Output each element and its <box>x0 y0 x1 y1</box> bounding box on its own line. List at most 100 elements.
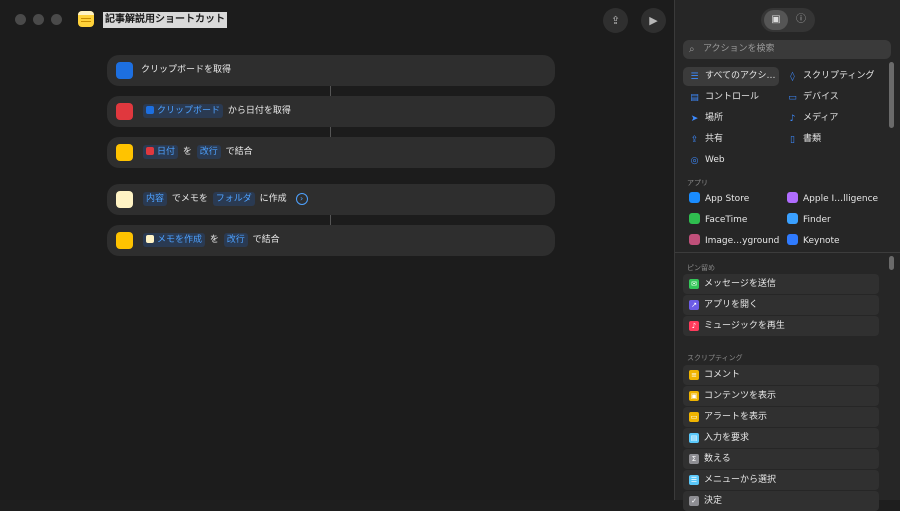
location-icon: ➤ <box>690 114 699 124</box>
action-play-music[interactable]: ♪ ミュージックを再生 <box>683 316 879 336</box>
action-send-message[interactable]: ✉ メッセージを送信 <box>683 274 879 294</box>
app-keynote[interactable]: Keynote <box>787 232 840 251</box>
category-label: 書類 <box>803 134 822 144</box>
action-text: で結合 <box>252 235 280 245</box>
category-all-actions[interactable]: ☰ すべてのアクシ… <box>683 67 779 86</box>
action-connector <box>330 127 331 137</box>
run-button[interactable]: ▶ <box>641 8 666 33</box>
category-control[interactable]: ▤ コントロール <box>689 88 759 107</box>
list-icon: ☰ <box>690 72 699 82</box>
text-combine-icon <box>116 232 133 249</box>
action-text: でメモを <box>171 194 208 204</box>
share-button[interactable]: ⇪ <box>603 8 628 33</box>
category-share[interactable]: ⇪ 共有 <box>689 130 723 149</box>
action-connector <box>330 215 331 225</box>
close-window-button[interactable] <box>15 14 26 25</box>
action-label: メニューから選択 <box>704 475 777 485</box>
action-label: クリップボードを取得 <box>141 65 232 75</box>
chevron-right-icon[interactable]: › <box>295 192 308 205</box>
input-icon: ▤ <box>689 433 699 443</box>
shortcut-editor: 記事解説用ショートカット ⇪ ▶ クリップボードを取得 クリップボード から日付… <box>0 0 674 500</box>
action-connector <box>330 86 331 96</box>
category-label: メディア <box>803 113 839 123</box>
action-show-content[interactable]: ▣ コンテンツを表示 <box>683 386 879 406</box>
categories-scrollbar[interactable] <box>889 62 894 128</box>
content-token[interactable]: 内容 <box>143 191 168 206</box>
scripting-section-label: スクリプティング <box>687 354 743 362</box>
category-documents[interactable]: ▯ 書類 <box>787 130 821 149</box>
action-get-clipboard[interactable]: クリップボードを取得 <box>107 55 555 86</box>
library-tab[interactable]: ▣ <box>764 10 788 30</box>
action-text: を <box>182 147 192 157</box>
app-apple-intelligence[interactable]: Apple I…lligence <box>787 190 878 209</box>
category-device[interactable]: ▭ デバイス <box>787 88 839 107</box>
compass-icon: ◎ <box>690 156 699 166</box>
titlebar: 記事解説用ショートカット ⇪ ▶ <box>0 0 674 40</box>
device-icon: ▭ <box>788 93 797 103</box>
search-placeholder: アクションを検索 <box>703 44 775 54</box>
calendar-mini-icon <box>146 146 154 155</box>
variable-token[interactable]: メモを作成 <box>143 232 206 247</box>
app-app-store[interactable]: App Store <box>689 190 749 209</box>
action-label: コンテンツを表示 <box>704 391 777 401</box>
count-icon: Σ <box>689 454 699 464</box>
shortcut-title[interactable]: 記事解説用ショートカット <box>103 12 227 28</box>
share-icon: ⇪ <box>610 14 621 27</box>
action-text: で結合 <box>225 147 253 157</box>
action-combine-text[interactable]: 日付 を 改行 で結合 <box>107 137 555 168</box>
separator-token[interactable]: 改行 <box>196 144 221 159</box>
app-image-playground[interactable]: Image…yground <box>689 232 779 251</box>
action-label: メッセージを送信 <box>704 279 776 289</box>
category-web[interactable]: ◎ Web <box>689 151 725 170</box>
action-label: アプリを開く <box>704 300 759 310</box>
category-scripting[interactable]: ◊ スクリプティング <box>787 67 874 86</box>
action-label: 決定 <box>704 496 723 506</box>
sidebar-divider <box>675 252 900 253</box>
action-ask-input[interactable]: ▤ 入力を要求 <box>683 428 879 448</box>
category-label: 場所 <box>705 113 724 123</box>
clipboard-mini-icon <box>146 105 154 114</box>
info-tab[interactable]: ⓘ <box>790 10 812 30</box>
variable-token[interactable]: クリップボード <box>143 103 224 118</box>
action-choose-menu[interactable]: ☰ メニューから選択 <box>683 470 879 490</box>
action-content: クリップボード から日付を取得 <box>141 96 291 127</box>
variable-token[interactable]: 日付 <box>143 144 179 159</box>
pinned-section-label: ピン留め <box>687 264 715 272</box>
action-text: から日付を取得 <box>227 106 291 116</box>
app-finder[interactable]: Finder <box>787 211 831 230</box>
message-icon: ✉ <box>689 279 699 289</box>
folder-token[interactable]: フォルダ <box>212 191 255 206</box>
separator-token[interactable]: 改行 <box>223 232 248 247</box>
alert-icon: ▭ <box>689 412 699 422</box>
action-create-note[interactable]: 内容 でメモを フォルダ に作成 › <box>107 184 555 215</box>
notes-mini-icon <box>146 234 154 243</box>
app-facetime[interactable]: FaceTime <box>689 211 747 230</box>
category-label: コントロール <box>705 92 760 102</box>
share-icon: ⇪ <box>690 135 699 145</box>
clipboard-icon <box>116 62 133 79</box>
category-location[interactable]: ➤ 場所 <box>689 109 723 128</box>
zoom-window-button[interactable] <box>51 14 62 25</box>
action-combine-text-2[interactable]: メモを作成 を 改行 で結合 <box>107 225 555 256</box>
apple-intelligence-icon <box>787 192 798 203</box>
notes-icon <box>116 191 133 208</box>
action-search-field[interactable]: ⌕ アクションを検索 <box>683 40 891 59</box>
keynote-icon <box>787 234 798 245</box>
action-content: メモを作成 を 改行 で結合 <box>141 225 280 256</box>
action-open-app[interactable]: ↗ アプリを開く <box>683 295 879 315</box>
action-get-dates[interactable]: クリップボード から日付を取得 <box>107 96 555 127</box>
app-store-icon <box>689 192 700 203</box>
action-decide[interactable]: ✓ 決定 <box>683 491 879 511</box>
document-icon: ▯ <box>790 135 795 145</box>
category-media[interactable]: ♪ メディア <box>787 109 839 128</box>
actions-scrollbar[interactable] <box>889 256 894 270</box>
action-show-alert[interactable]: ▭ アラートを表示 <box>683 407 879 427</box>
notes-app-icon <box>78 11 94 27</box>
menu-icon: ☰ <box>689 475 699 485</box>
play-icon: ▶ <box>649 14 658 27</box>
action-label: ミュージックを再生 <box>704 321 785 331</box>
minimize-window-button[interactable] <box>33 14 44 25</box>
action-comment[interactable]: ≡ コメント <box>683 365 879 385</box>
action-count[interactable]: Σ 数える <box>683 449 879 469</box>
app-label: Image…yground <box>705 236 780 246</box>
